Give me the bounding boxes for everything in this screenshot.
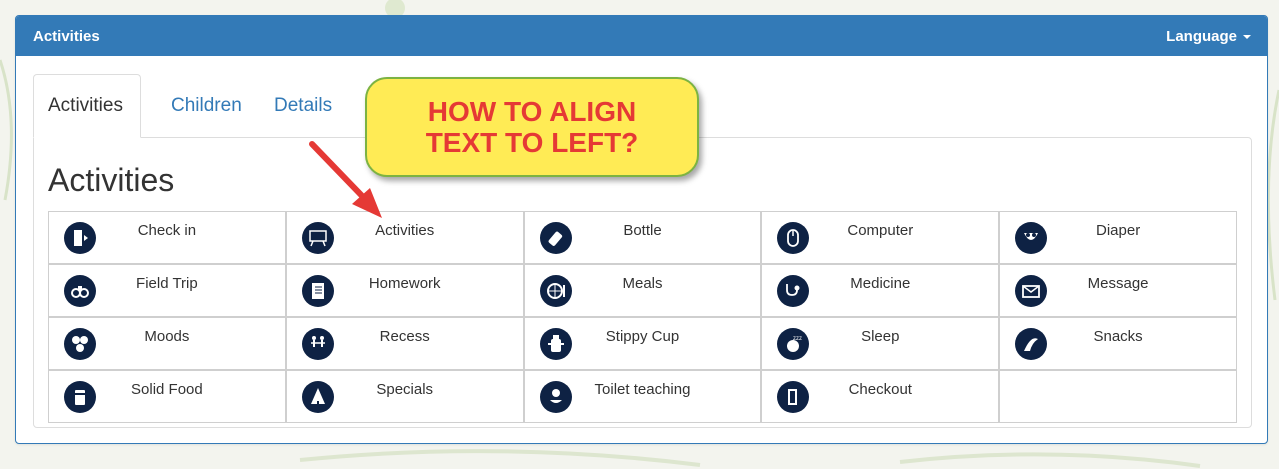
activity-medicine[interactable]: Medicine — [761, 264, 1000, 317]
activity-label: Meals — [622, 275, 663, 292]
activity-label: Moods — [144, 328, 190, 345]
activity-homework[interactable]: Homework — [285, 264, 524, 317]
panel-heading: Activities Language — [16, 16, 1267, 56]
activity-checkout[interactable]: Checkout — [761, 370, 1000, 423]
activity-label: Medicine — [850, 275, 911, 292]
activity-diaper[interactable]: Diaper — [999, 211, 1237, 264]
callout-line-2: TEXT TO LEFT? — [425, 127, 639, 158]
activity-moods[interactable]: Moods — [48, 317, 286, 370]
activity-label: Bottle — [623, 222, 662, 239]
tab-activities[interactable]: Activities — [33, 74, 141, 138]
annotation-arrow-icon — [309, 141, 382, 218]
activity-label: Snacks — [1093, 328, 1143, 345]
activity-solid-food[interactable]: Solid Food — [48, 370, 286, 423]
activity-stippy-cup[interactable]: Stippy Cup — [523, 317, 762, 370]
tab-details[interactable]: Details — [260, 74, 346, 138]
activity-label: Field Trip — [136, 275, 198, 292]
activity-meals[interactable]: Meals — [523, 264, 762, 317]
activity-label: Diaper — [1096, 222, 1141, 239]
activity-computer[interactable]: Computer — [761, 211, 1000, 264]
activity-bottle[interactable]: Bottle — [523, 211, 762, 264]
activity-label: Toilet teaching — [594, 381, 691, 398]
activity-field-trip[interactable]: Field Trip — [48, 264, 286, 317]
language-dropdown[interactable]: Language — [1166, 28, 1251, 45]
activity-snacks[interactable]: Snacks — [999, 317, 1237, 370]
activity-label: Stippy Cup — [605, 328, 680, 345]
activity-message[interactable]: Message — [999, 264, 1237, 317]
activity-label: Computer — [847, 222, 914, 239]
activity-label: Recess — [379, 328, 430, 345]
activity-recess[interactable]: Recess — [285, 317, 524, 370]
callout-line-1: HOW TO ALIGN — [427, 96, 637, 127]
caret-down-icon — [1243, 35, 1251, 39]
activity-label: Check in — [137, 222, 197, 239]
activity-label: Homework — [368, 275, 441, 292]
activity-label: Checkout — [848, 381, 912, 398]
annotation-callout: HOW TO ALIGN TEXT TO LEFT? — [365, 77, 699, 177]
activity-label: Solid Food — [131, 381, 203, 398]
activity-grid: Check in Activities Bottle Computer Diaper Fi… — [48, 211, 1237, 424]
activity-toilet-teaching[interactable]: Toilet teaching — [523, 370, 762, 423]
activity-label: Message — [1087, 275, 1149, 292]
activities-tab-pane: Activities Check in Activities Bottle Compu… — [33, 137, 1252, 428]
pane-title: Activities — [48, 162, 175, 198]
activity-label: Sleep — [861, 328, 900, 345]
activity-check-in[interactable]: Check in — [48, 211, 286, 264]
activity-label: Specials — [376, 381, 434, 398]
activity-sleep[interactable]: zzz Sleep — [761, 317, 1000, 370]
language-label: Language — [1166, 27, 1237, 45]
activity-empty — [999, 370, 1237, 423]
activity-specials[interactable]: Specials — [285, 370, 524, 423]
tab-children[interactable]: Children — [157, 74, 256, 138]
panel-title: Activities — [33, 27, 100, 45]
